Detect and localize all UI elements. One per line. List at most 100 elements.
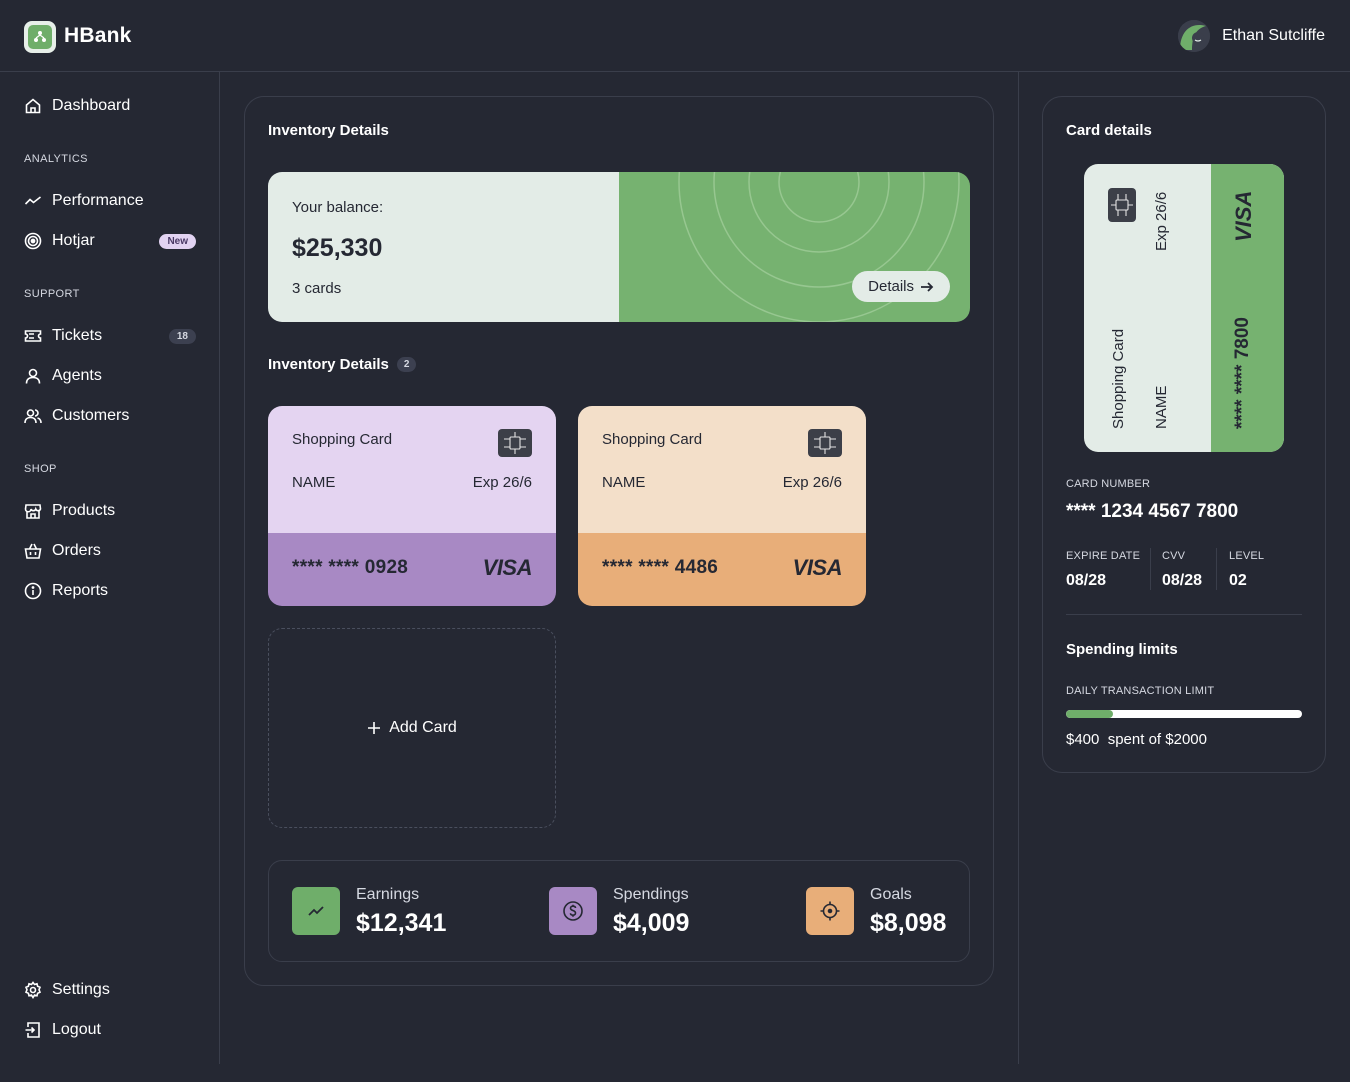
card-title: Shopping Card [292,431,393,448]
sidebar-item-customers[interactable]: Customers [24,404,196,428]
card-number-value: **** 1234 4567 7800 [1066,501,1239,522]
chip-icon [498,429,532,457]
sidebar-item-label: Hotjar [52,232,95,249]
visa-logo-icon: VISA [792,555,843,580]
card-number: **** **** 0928 [292,557,409,578]
daily-limit-label: DAILY TRANSACTION LIMIT [1066,685,1215,697]
sidebar-item-label: Dashboard [52,97,131,114]
stat-label-spendings: Spendings [613,886,689,903]
spent-amount: $400 [1066,731,1100,748]
sidebar-item-label: Settings [52,981,110,998]
stat-value-spendings: $4,009 [613,909,690,937]
card-title: Shopping Card [1110,328,1127,429]
card-number: **** **** 7800 [1232,317,1253,429]
sidebar-item-dashboard[interactable]: Dashboard [24,94,196,118]
card-expiry: Exp 26/6 [1153,191,1170,251]
level-value: 02 [1229,572,1247,589]
info-separator [1150,548,1151,590]
column-divider [1018,72,1019,1064]
chip-icon [808,429,842,457]
new-badge: New [159,233,196,249]
sidebar-item-products[interactable]: Products [24,499,196,523]
section-label-analytics: ANALYTICS [24,153,88,165]
cvv-value: 08/28 [1162,572,1203,589]
stat-value-earnings: $12,341 [356,909,447,937]
cvv-label: CVV [1162,550,1186,562]
expire-date-label: EXPIRE DATE [1066,550,1141,562]
card-holder-name: NAME [602,474,646,491]
spent-text: $400 spent of $2000 [1066,731,1207,748]
chip-icon [1108,188,1136,222]
spent-of-total: spent of $2000 [1107,731,1207,748]
balance-amount: $25,330 [292,234,383,262]
sidebar-item-label: Products [52,502,116,519]
hbank-logo-icon[interactable] [24,21,56,53]
sidebar-item-label: Agents [52,367,102,384]
sidebar-item-label: Tickets [52,327,103,344]
sidebar-item-hotjar[interactable]: Hotjar New [24,229,196,253]
details-button[interactable]: Details [852,271,950,302]
section-label-support: SUPPORT [24,288,80,300]
gear-icon [24,981,42,999]
progress-fill [1066,710,1114,718]
home-icon [25,98,41,114]
balance-card: Your balance: $25,330 3 cards Details [268,172,970,322]
divider [1066,614,1302,615]
details-button-label: Details [868,278,914,295]
sidebar-item-orders[interactable]: Orders [24,539,196,563]
add-card-button[interactable]: Add Card [268,628,556,828]
shopping-card-2[interactable]: Shopping Card NAME Exp 26/6 **** **** 44… [578,406,866,606]
card-expiry: Exp 26/6 [782,474,842,491]
basket-icon [24,543,42,559]
stat-value-goals: $8,098 [870,909,947,937]
section-label-shop: SHOP [24,463,57,475]
cards-count-badge: 2 [396,357,417,372]
card-holder-name: NAME [1153,385,1170,429]
sidebar-item-logout[interactable]: Logout [24,1018,196,1042]
card-details-panel: Card details Exp 26/6 Shopping Card NAME… [1042,96,1326,773]
ticket-icon [24,330,42,342]
dollar-coin-icon [549,887,597,935]
balance-label: Your balance: [292,199,384,216]
target-icon [806,887,854,935]
shopping-card-1[interactable]: Shopping Card NAME Exp 26/6 **** **** 09… [268,406,556,606]
sidebar-item-reports[interactable]: Reports [24,579,196,603]
expire-date-value: 08/28 [1066,572,1107,589]
user-name: Ethan Sutcliffe [1222,27,1325,44]
info-circle-icon [24,582,42,600]
sidebar-item-agents[interactable]: Agents [24,364,196,388]
sidebar-item-label: Customers [52,407,130,424]
card-details-title: Card details [1066,122,1152,139]
arrow-right-icon [921,281,934,292]
tickets-count-badge: 18 [168,328,196,344]
top-bar: HBank Ethan Sutcliffe [0,0,1350,72]
info-separator [1216,548,1217,590]
balance-card-count: 3 cards [292,280,342,297]
stat-label-earnings: Earnings [356,886,420,903]
visa-logo-icon: VISA [482,555,533,580]
card-expiry: Exp 26/6 [472,474,532,491]
user-menu[interactable]: Ethan Sutcliffe [1178,20,1325,52]
card-holder-name: NAME [292,474,336,491]
visa-logo-icon: VISA [1231,190,1256,242]
sidebar-item-performance[interactable]: Performance [24,189,196,213]
panel-title: Inventory Details [268,122,389,139]
level-label: LEVEL [1229,550,1265,562]
brand-name: HBank [64,24,132,47]
cards-section-label: Inventory Details [268,356,389,373]
sidebar-item-label: Logout [52,1021,101,1038]
avatar[interactable] [1178,20,1211,52]
vertical-card[interactable]: Exp 26/6 Shopping Card NAME VISA **** **… [1084,164,1284,452]
user-icon [25,368,41,384]
card-number-label: CARD NUMBER [1066,478,1151,490]
target-circles-icon [24,232,42,250]
sidebar-item-settings[interactable]: Settings [24,978,196,1002]
trend-up-icon [292,887,340,935]
daily-limit-progress [1066,710,1302,718]
cards-section-title: Inventory Details 2 [268,356,417,373]
inventory-panel: Inventory Details Your balance: $25,330 … [244,96,994,986]
logout-icon [25,1022,40,1038]
sidebar: Dashboard ANALYTICS Performance Hotjar N… [0,72,220,1064]
sidebar-item-tickets[interactable]: Tickets 18 [24,324,196,348]
card-title: Shopping Card [602,431,703,448]
